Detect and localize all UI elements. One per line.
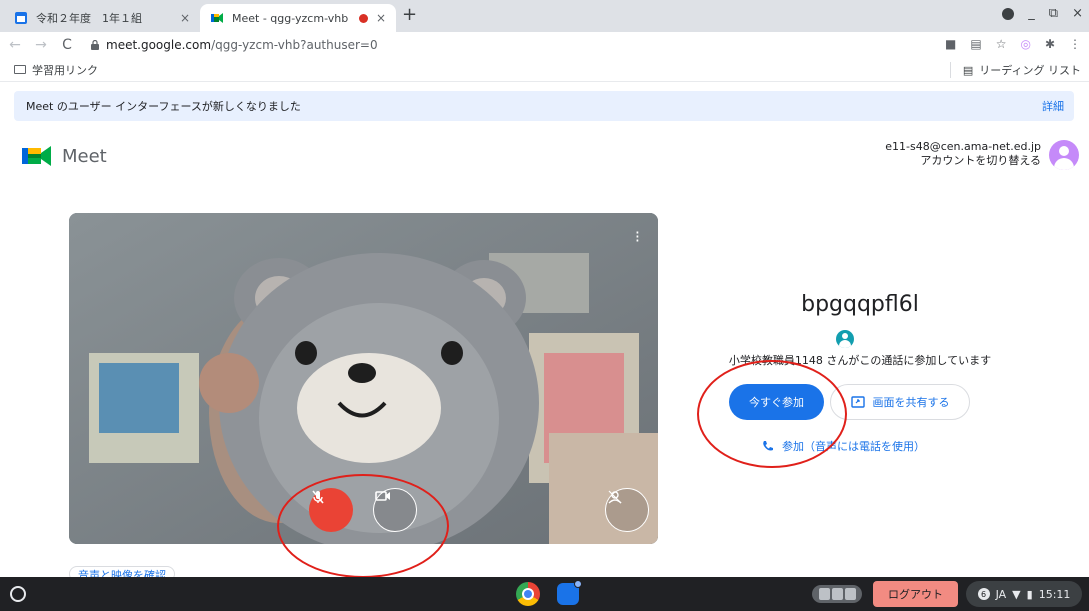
window-controls: _ ⧉ × [1002, 6, 1083, 21]
account-email: e11-s48@cen.ama-net.ed.jp [885, 140, 1041, 153]
banner-message: Meet のユーザー インターフェースが新しくなりました [26, 100, 301, 113]
meet-logo-icon [22, 146, 51, 166]
notification-count-badge: 6 [977, 588, 990, 600]
bookmark-star-icon[interactable]: ☆ [996, 37, 1007, 51]
new-ui-banner: Meet のユーザー インターフェースが新しくなりました 詳細 [14, 91, 1074, 121]
translate-icon[interactable]: ▤ [970, 37, 981, 51]
profile-dot-icon[interactable] [1002, 7, 1015, 20]
camera-in-use-icon[interactable]: ■ [945, 37, 956, 51]
present-button[interactable]: 画面を共有する [830, 384, 970, 420]
annotation-circle-controls [277, 474, 449, 578]
divider [949, 62, 951, 78]
avatar-body [1054, 158, 1074, 170]
browser-toolbar: ← → C meet.google.com/qgg-yzcm-vhb?authu… [0, 32, 1089, 58]
clock-time: 15:11 [1038, 587, 1071, 601]
calendar-icon [15, 12, 27, 24]
chrome-browser-icon[interactable] [516, 582, 540, 606]
reading-list-icon: ▤ [962, 63, 974, 77]
participant-avatar [836, 330, 854, 348]
tote-holding-space-icon[interactable] [812, 585, 862, 603]
extensions-puzzle-icon[interactable]: ✱ [1045, 37, 1055, 51]
url-path: /qgg-yzcm-vhb?authuser=0 [211, 38, 378, 52]
bookmark-folder-label[interactable]: 学習用リンク [32, 62, 98, 78]
tote-thumb-3 [844, 588, 856, 600]
new-tab-button[interactable]: + [402, 4, 417, 25]
forward-button[interactable]: → [30, 37, 52, 53]
annotation-circle-join [697, 360, 847, 468]
folder-icon [14, 65, 26, 74]
lock-icon[interactable] [90, 40, 100, 50]
notification-dot-icon [574, 580, 582, 588]
back-button[interactable]: ← [4, 37, 26, 53]
tote-thumb-1 [818, 588, 830, 600]
reading-list-label: リーディング リスト [979, 64, 1081, 77]
menu-icon[interactable]: ⋮ [1069, 37, 1081, 51]
avatar-head [1059, 146, 1069, 156]
tab-strip: 令和２年度 1年１組 × Meet - qgg-yzcm-vhb × + _ ⧉… [0, 0, 1089, 32]
participant-avatar-head [842, 333, 848, 339]
participant-avatar-body [839, 340, 851, 348]
present-screen-icon [850, 396, 865, 408]
meet-product-name: Meet [62, 145, 107, 167]
tab-title: 令和２年度 1年１組 [36, 12, 142, 25]
chromeos-shelf: ログアウト 6 JA ▼ ▮ 15:11 [0, 577, 1089, 611]
visual-effects-button[interactable] [605, 488, 649, 532]
toolbar-actions: ■ ▤ ☆ ◎ ✱ ⋮ [945, 37, 1081, 51]
restore-button[interactable]: ⧉ [1049, 6, 1058, 21]
meet-logo[interactable]: Meet [22, 145, 107, 167]
meet-logo-icon [211, 13, 223, 23]
recording-indicator-icon [358, 13, 368, 23]
reading-list-button[interactable]: ▤ リーディング リスト [949, 62, 1081, 78]
launcher-icon[interactable] [10, 586, 26, 602]
avatar[interactable] [1049, 140, 1079, 170]
account-info: e11-s48@cen.ama-net.ed.jp アカウントを切り替える [885, 140, 1041, 168]
tote-thumb-2 [831, 588, 843, 600]
files-app-icon[interactable] [557, 580, 582, 605]
ime-indicator: JA [995, 587, 1007, 601]
switch-account-link[interactable]: アカウントを切り替える [885, 154, 1041, 168]
bookmarks-bar: 学習用リンク ▤ リーディング リスト [0, 58, 1089, 82]
extension-icon[interactable]: ◎ [1020, 37, 1030, 51]
more-options-icon[interactable]: · · · [635, 225, 640, 249]
url-host: meet.google.com [106, 38, 212, 52]
banner-details-link[interactable]: 詳細 [1042, 98, 1064, 114]
chrome-icon-center [524, 590, 532, 598]
tab-title: Meet - qgg-yzcm-vhb [232, 11, 349, 25]
wifi-icon: ▼ [1012, 587, 1021, 601]
tab-close-button[interactable]: × [376, 11, 386, 25]
present-label: 画面を共有する [872, 396, 950, 409]
close-window-button[interactable]: × [1072, 6, 1083, 21]
background-effects-icon [608, 490, 622, 504]
reload-button[interactable]: C [56, 37, 78, 53]
meeting-code: bpgqqpfl6l [801, 292, 919, 317]
address-bar[interactable]: meet.google.com/qgg-yzcm-vhb?authuser=0 [106, 38, 378, 52]
status-tray[interactable]: 6 JA ▼ ▮ 15:11 [966, 581, 1082, 607]
logout-button[interactable]: ログアウト [873, 581, 958, 607]
minimize-button[interactable]: _ [1028, 6, 1035, 21]
tab-meet[interactable]: Meet - qgg-yzcm-vhb × [200, 4, 396, 32]
tab-class-site[interactable]: 令和２年度 1年１組 × [4, 4, 200, 32]
tab-close-button[interactable]: × [180, 11, 190, 25]
battery-icon: ▮ [1026, 587, 1033, 601]
